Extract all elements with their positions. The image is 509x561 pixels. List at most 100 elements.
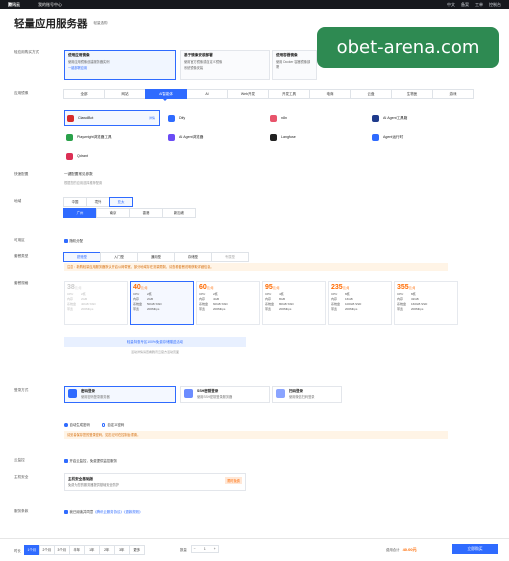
- package-type-tabs: 锐驰型 入门型 通用型 存储型 专属型: [63, 252, 249, 262]
- mode-card-app-image[interactable]: 使用应用镜像 使用应用镜像创建服务器实例 一键部署应用: [64, 50, 176, 80]
- mode-card-desc: 使用 Docker 容器镜像部署: [276, 60, 311, 69]
- quantity-stepper[interactable]: − 1 +: [190, 545, 219, 553]
- spec-details: CPU 8核 内存 32GB 系统盘 160GB SSD 带宽 200Mbps: [397, 292, 455, 311]
- spec-card[interactable]: 235元/月 CPU 8核 内存 16GB 系统盘 100GB SSD 带宽 200Mbps: [328, 281, 392, 325]
- radio-auto-password[interactable]: 自动生成密码: [64, 422, 90, 427]
- brand-logo[interactable]: 腾讯云: [8, 2, 20, 8]
- topbar-link[interactable]: 工单: [475, 2, 483, 8]
- region-city[interactable]: 新加坡: [162, 208, 196, 218]
- spec-card[interactable]: 355元/月 CPU 8核 内存 32GB 系统盘 160GB SSD 带宽 200Mbps: [394, 281, 458, 325]
- package-type[interactable]: 锐驰型: [63, 252, 101, 262]
- app-detail-link[interactable]: 详情: [149, 116, 155, 120]
- app-card[interactable]: AI Agent工具箱: [370, 110, 472, 126]
- login-card-password[interactable]: 密码登录 使用密码登录服务器: [64, 386, 176, 403]
- region-tab[interactable]: 中国: [63, 197, 87, 207]
- spec-card[interactable]: 60元/月 CPU 2核 内存 4GB 系统盘 60GB SSD 带宽 200Mbps: [196, 281, 260, 325]
- spec-value: 40GB SSD: [81, 302, 96, 306]
- price-value: 60: [199, 284, 207, 291]
- mode-card-title: 使用容器镜像: [276, 53, 298, 57]
- spec-value: 2GB: [147, 297, 154, 301]
- region-tab[interactable]: 亚太: [109, 197, 133, 207]
- spec-value: 80GB SSD: [279, 302, 294, 306]
- cloud-monitor-checkbox[interactable]: 开启云监控，免费提供监控服务: [64, 458, 117, 463]
- tos-links[interactable]: 《腾讯云服务协议》《退款规则》: [93, 510, 142, 514]
- spec-price: 355元/月: [397, 284, 455, 291]
- doc-link[interactable]: 轻量选购: [94, 21, 108, 26]
- tab-ai[interactable]: AI: [186, 89, 228, 99]
- tab-all[interactable]: 全部: [63, 89, 105, 99]
- mode-card-container[interactable]: 使用容器镜像 使用 Docker 容器镜像部署: [272, 50, 317, 80]
- app-card[interactable]: AI Agent浏览器: [166, 129, 268, 145]
- tab-games[interactable]: 游戏: [432, 89, 474, 99]
- mode-card-os-image[interactable]: 基于镜像安装部署 使用官方镜像或自定义镜像 系统镜像安装: [180, 50, 270, 80]
- app-card[interactable]: Langfuse: [268, 129, 370, 145]
- package-type[interactable]: 入门型: [100, 252, 138, 262]
- topbar-link[interactable]: 备案: [461, 2, 469, 8]
- app-card[interactable]: n8n: [268, 110, 370, 126]
- buy-now-button[interactable]: 立即购买: [452, 544, 498, 554]
- spec-value: 4GB: [213, 297, 220, 301]
- duration-option[interactable]: 3年: [113, 545, 130, 555]
- spec-value: 200Mbps: [213, 307, 226, 311]
- radio-custom-password[interactable]: 自定义密码: [101, 422, 124, 427]
- fee-value: 40.00元: [402, 547, 417, 552]
- tab-web-dev[interactable]: Web开发: [227, 89, 269, 99]
- spec-key: 内存: [67, 297, 74, 301]
- spec-key: 内存: [133, 297, 140, 301]
- spec-card[interactable]: 95元/月 CPU 4核 内存 8GB 系统盘 80GB SSD 带宽 200Mbps: [262, 281, 326, 325]
- spec-value: 200Mbps: [147, 307, 160, 311]
- app-name: Playwright浏览器工具: [77, 134, 112, 139]
- promo-banner[interactable]: 轻量特惠专区100%免费存储赠送活动: [64, 337, 246, 347]
- app-card[interactable]: Playwright浏览器工具: [64, 129, 166, 145]
- minus-icon[interactable]: −: [194, 547, 196, 551]
- agent-runtime-icon: [372, 133, 379, 141]
- spec-details: CPU 2核 内存 2GB 系统盘 50GB SSD 带宽 200Mbps: [133, 292, 191, 311]
- plus-icon[interactable]: +: [214, 547, 216, 551]
- app-card[interactable]: Qdrant: [64, 148, 166, 164]
- cloud-monitor-text: 开启云监控，免费提供监控服务: [69, 459, 117, 463]
- duration-option[interactable]: 更多: [128, 545, 145, 555]
- package-type[interactable]: 存储型: [174, 252, 212, 262]
- topbar-link[interactable]: 中文: [447, 2, 455, 8]
- page-title: 轻量应用服务器: [14, 18, 88, 30]
- duration-option[interactable]: 2个月: [38, 545, 55, 555]
- cloud-monitor-label: 云监控: [14, 458, 25, 462]
- spec-card[interactable]: 40元/月 CPU 2核 内存 2GB 系统盘 50GB SSD 带宽 200Mbps: [130, 281, 194, 325]
- tab-ecommerce[interactable]: 电商: [309, 89, 351, 99]
- region-city[interactable]: 广州: [63, 208, 97, 218]
- login-card-qrcode[interactable]: 扫码登录 使用微信扫码登录: [272, 386, 342, 403]
- tab-bio[interactable]: 生物医: [391, 89, 433, 99]
- duration-option[interactable]: 2年: [98, 545, 115, 555]
- spec-details: CPU 8核 内存 16GB 系统盘 100GB SSD 带宽 200Mbps: [331, 292, 389, 311]
- region-city[interactable]: 南京: [96, 208, 130, 218]
- tos-checkbox[interactable]: 我已阅读并同意《腾讯云服务协议》《退款规则》: [64, 509, 142, 514]
- app-card[interactable]: Agent运行时: [370, 129, 472, 145]
- az-checkbox[interactable]: 随机分配: [64, 238, 83, 243]
- topbar-link[interactable]: 控制台: [489, 2, 501, 8]
- region-tab[interactable]: 境外: [86, 197, 110, 207]
- account-link[interactable]: 我的账号中心: [38, 2, 62, 8]
- tab-ai-agent[interactable]: AI智能体: [145, 89, 187, 101]
- duration-option[interactable]: 1个月: [23, 545, 40, 555]
- region-city[interactable]: 香港: [129, 208, 163, 218]
- duration-option[interactable]: 半年: [68, 545, 85, 555]
- protection-card[interactable]: 主机安全基础版 免费为您的服务器提供基础安全防护 限时免费: [64, 473, 246, 491]
- price-unit: 元/月: [342, 286, 350, 290]
- login-card-desc: 使用微信扫码登录: [289, 395, 315, 399]
- app-card[interactable]: ClawdBot 详情: [64, 110, 160, 126]
- tab-website[interactable]: 网站: [104, 89, 146, 99]
- login-card-ssh[interactable]: SSH密钥登录 使用SSH密钥登录服务器: [180, 386, 270, 403]
- tab-cloud-disk[interactable]: 云盘: [350, 89, 392, 99]
- spec-key: 带宽: [265, 307, 272, 311]
- app-name: ClawdBot: [78, 116, 94, 120]
- app-card[interactable]: Dify: [166, 110, 268, 126]
- duration-option[interactable]: 3个月: [53, 545, 70, 555]
- duration-option[interactable]: 1年: [83, 545, 100, 555]
- spec-key: CPU: [199, 292, 206, 296]
- tab-dev-tools[interactable]: 开发工具: [268, 89, 310, 99]
- package-type[interactable]: 通用型: [137, 252, 175, 262]
- package-type[interactable]: 专属型: [211, 252, 249, 262]
- login-card-desc: 使用密码登录服务器: [81, 395, 110, 399]
- price-value: 95: [265, 284, 273, 291]
- spec-key: 系统盘: [67, 302, 77, 306]
